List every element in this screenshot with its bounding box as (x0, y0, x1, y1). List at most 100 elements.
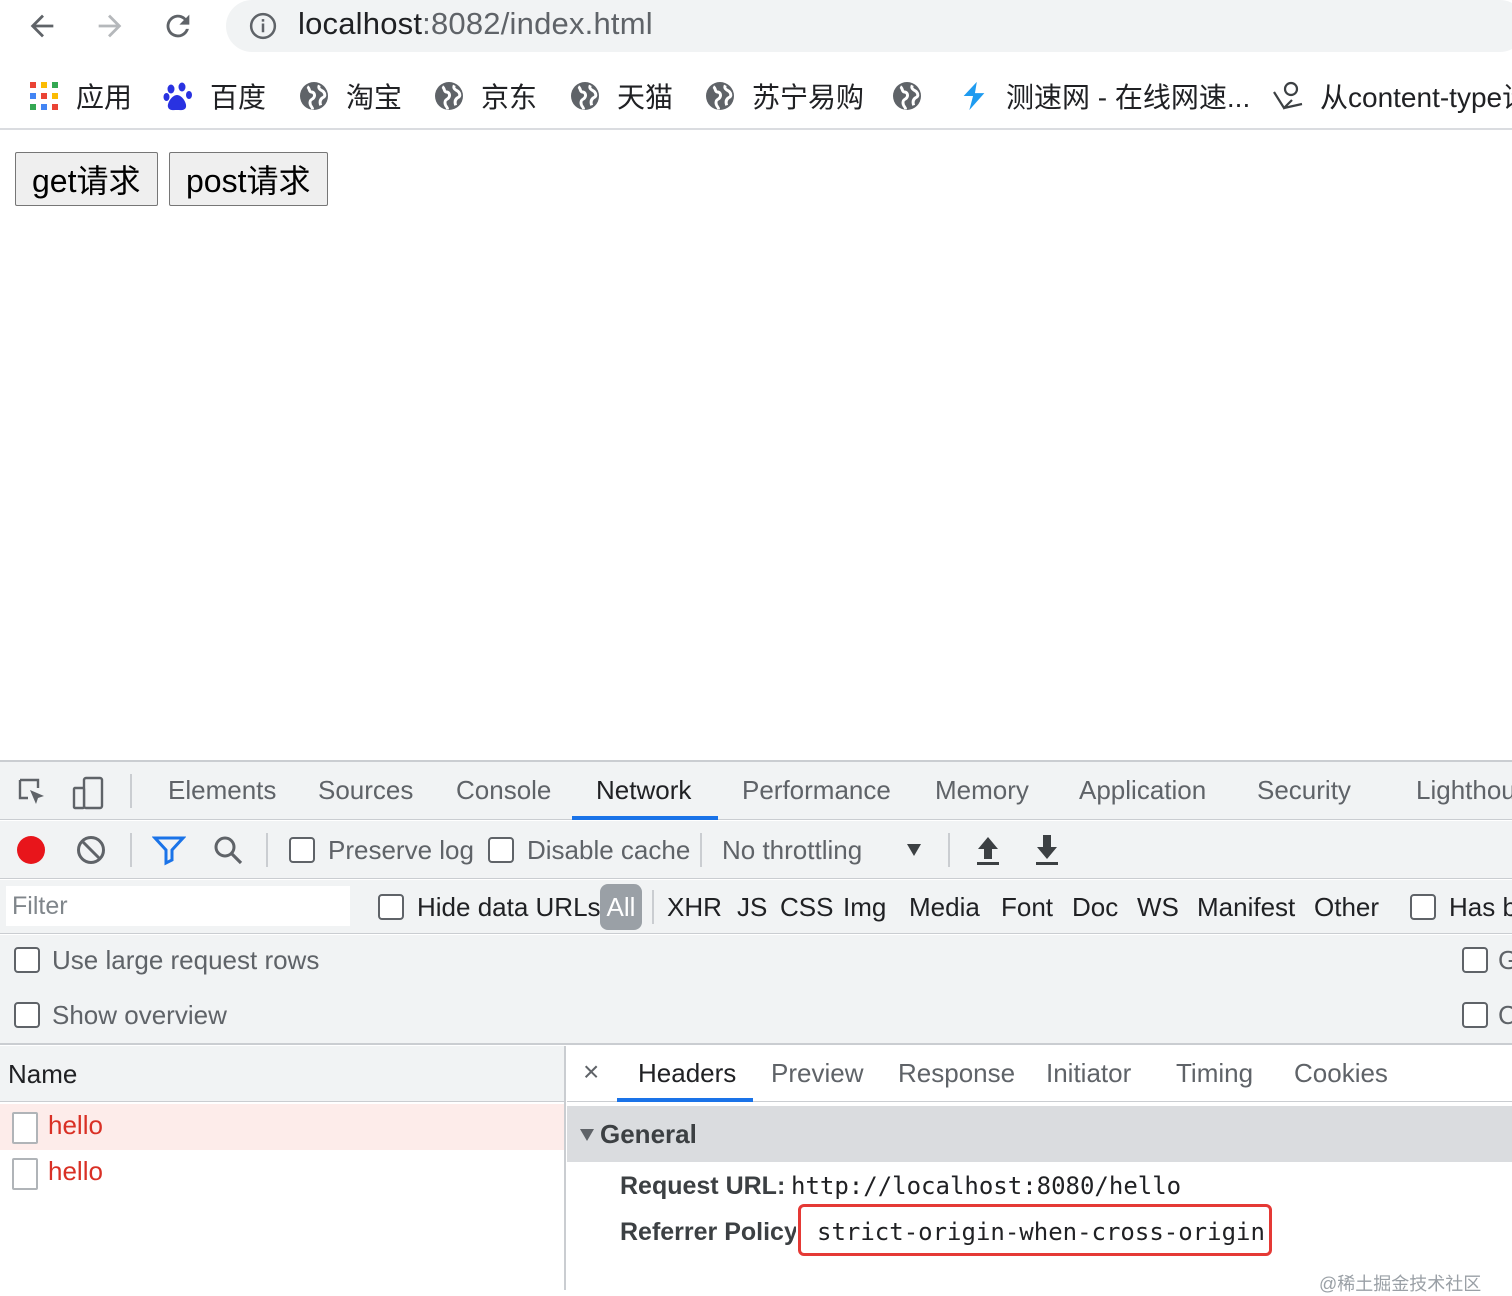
throttling-select[interactable]: No throttling (720, 829, 930, 871)
back-arrow-icon (30, 14, 54, 38)
tab-console[interactable]: Console (456, 775, 551, 806)
tab-application[interactable]: Application (1079, 775, 1206, 806)
tab-cookies[interactable]: Cookies (1294, 1058, 1388, 1089)
tab-initiator[interactable]: Initiator (1046, 1058, 1131, 1089)
tab-security[interactable]: Security (1257, 775, 1351, 806)
tab-performance[interactable]: Performance (742, 775, 891, 806)
bookmark-speedtest[interactable]: 测速网 - 在线网速... (958, 76, 1250, 116)
bookmark-baidu[interactable]: 百度 (162, 76, 266, 116)
bookmark-label: 京东 (481, 82, 538, 113)
hide-data-urls-checkbox[interactable] (378, 894, 404, 920)
group-by-frame-checkbox[interactable] (1462, 947, 1488, 973)
divider (948, 833, 950, 867)
speedtest-icon (958, 80, 990, 112)
globe-icon (433, 80, 465, 112)
divider (266, 833, 268, 867)
filter-img[interactable]: Img (843, 892, 886, 923)
bookmark-label: 苏宁易购 (752, 82, 865, 113)
record-icon[interactable] (15, 834, 47, 871)
filter-other[interactable]: Other (1314, 892, 1379, 923)
filter-all-chip[interactable]: All (600, 884, 642, 930)
bookmark-label: 从content-type设 (1320, 82, 1512, 113)
show-overview-checkbox[interactable] (14, 1002, 40, 1028)
group-by-frame-label: G (1498, 945, 1512, 975)
address-bar[interactable]: localhost:8082/index.html (226, 0, 1512, 52)
device-toolbar-icon[interactable] (72, 776, 106, 815)
tab-headers[interactable]: Headers (638, 1058, 736, 1089)
tab-sources[interactable]: Sources (318, 775, 413, 806)
get-request-button[interactable]: get请求 (15, 152, 158, 206)
bookmark-jd[interactable]: 京东 (433, 76, 537, 116)
bookmarks-bar: 应用 百度 淘宝 京东 天猫 苏宁易购 测速网 - 在线网速... 从conte… (0, 62, 1512, 130)
bookmark-taobao[interactable]: 淘宝 (298, 76, 402, 116)
bookmark-label: 测速网 - 在线网速... (1006, 82, 1251, 113)
tab-lighthouse[interactable]: Lighthouse (1416, 775, 1512, 806)
juejin-icon (1272, 80, 1304, 112)
request-url-value: http://localhost:8080/hello (791, 1172, 1182, 1200)
back-button[interactable] (20, 4, 64, 48)
request-row[interactable]: hello (0, 1150, 564, 1196)
document-icon (12, 1112, 38, 1144)
referrer-policy-label: Referrer Policy: (620, 1218, 796, 1246)
forward-button[interactable] (88, 4, 132, 48)
bookmark-content-type[interactable]: 从content-type设 (1272, 76, 1512, 116)
disable-cache-checkbox[interactable] (488, 837, 514, 863)
tab-preview[interactable]: Preview (771, 1058, 863, 1089)
bookmark-label: 天猫 (617, 82, 674, 113)
info-icon[interactable] (248, 11, 278, 41)
request-name: hello (48, 1156, 103, 1186)
baidu-paw-icon (162, 80, 194, 112)
clear-icon[interactable] (75, 834, 107, 871)
post-request-button[interactable]: post请求 (169, 152, 328, 206)
request-list: Name hello hello (0, 1046, 566, 1290)
filter-doc[interactable]: Doc (1072, 892, 1118, 923)
bookmark-suning[interactable]: 苏宁易购 (704, 76, 864, 116)
name-column-header[interactable]: Name (0, 1046, 564, 1102)
large-rows-checkbox[interactable] (14, 947, 40, 973)
url-host: localhost (298, 6, 423, 41)
devtools-tab-bar: Elements Sources Console Network Perform… (0, 762, 1512, 820)
filter-icon[interactable] (151, 834, 187, 871)
filter-js[interactable]: JS (737, 892, 767, 923)
bookmark-unnamed[interactable] (891, 76, 939, 116)
tab-elements[interactable]: Elements (168, 775, 276, 806)
filter-ws[interactable]: WS (1137, 892, 1179, 923)
bookmark-tmall[interactable]: 天猫 (569, 76, 673, 116)
tab-network[interactable]: Network (596, 775, 691, 806)
throttling-value: No throttling (722, 835, 863, 865)
globe-icon (298, 80, 330, 112)
tab-response[interactable]: Response (898, 1058, 1015, 1089)
request-name: hello (48, 1110, 103, 1140)
filter-manifest[interactable]: Manifest (1197, 892, 1295, 923)
reload-button[interactable] (156, 4, 200, 48)
forward-arrow-icon (98, 14, 122, 38)
search-icon[interactable] (212, 834, 244, 871)
export-har-icon[interactable] (1033, 833, 1061, 872)
close-details-icon[interactable]: × (583, 1056, 599, 1088)
url-path: :8082/index.html (422, 6, 653, 41)
divider (652, 890, 654, 924)
filter-input[interactable] (6, 886, 350, 926)
tab-timing[interactable]: Timing (1176, 1058, 1253, 1089)
import-har-icon[interactable] (974, 833, 1002, 872)
filter-media[interactable]: Media (909, 892, 980, 923)
bookmark-apps[interactable]: 应用 (28, 76, 132, 116)
globe-icon (891, 80, 923, 112)
filter-xhr[interactable]: XHR (667, 892, 722, 923)
details-tab-bar: × Headers Preview Response Initiator Tim… (567, 1046, 1512, 1102)
devtools-panel: Elements Sources Console Network Perform… (0, 760, 1512, 1294)
tab-memory[interactable]: Memory (935, 775, 1029, 806)
inspect-element-icon[interactable] (16, 776, 48, 813)
preserve-log-checkbox[interactable] (289, 837, 315, 863)
request-row[interactable]: hello (0, 1104, 564, 1150)
capture-screenshots-checkbox[interactable] (1462, 1002, 1488, 1028)
filter-css[interactable]: CSS (780, 892, 833, 923)
has-blocked-cookies-checkbox[interactable] (1410, 894, 1436, 920)
filter-bar: Hide data URLs All XHR JS CSS Img Media … (0, 880, 1512, 934)
triangle-down-icon (580, 1129, 594, 1141)
large-rows-label: Use large request rows (52, 945, 320, 975)
filter-font[interactable]: Font (1001, 892, 1053, 923)
network-toolbar: Preserve log Disable cache No throttling (0, 821, 1512, 879)
general-section-header[interactable]: General (567, 1106, 1512, 1162)
divider (130, 833, 132, 867)
